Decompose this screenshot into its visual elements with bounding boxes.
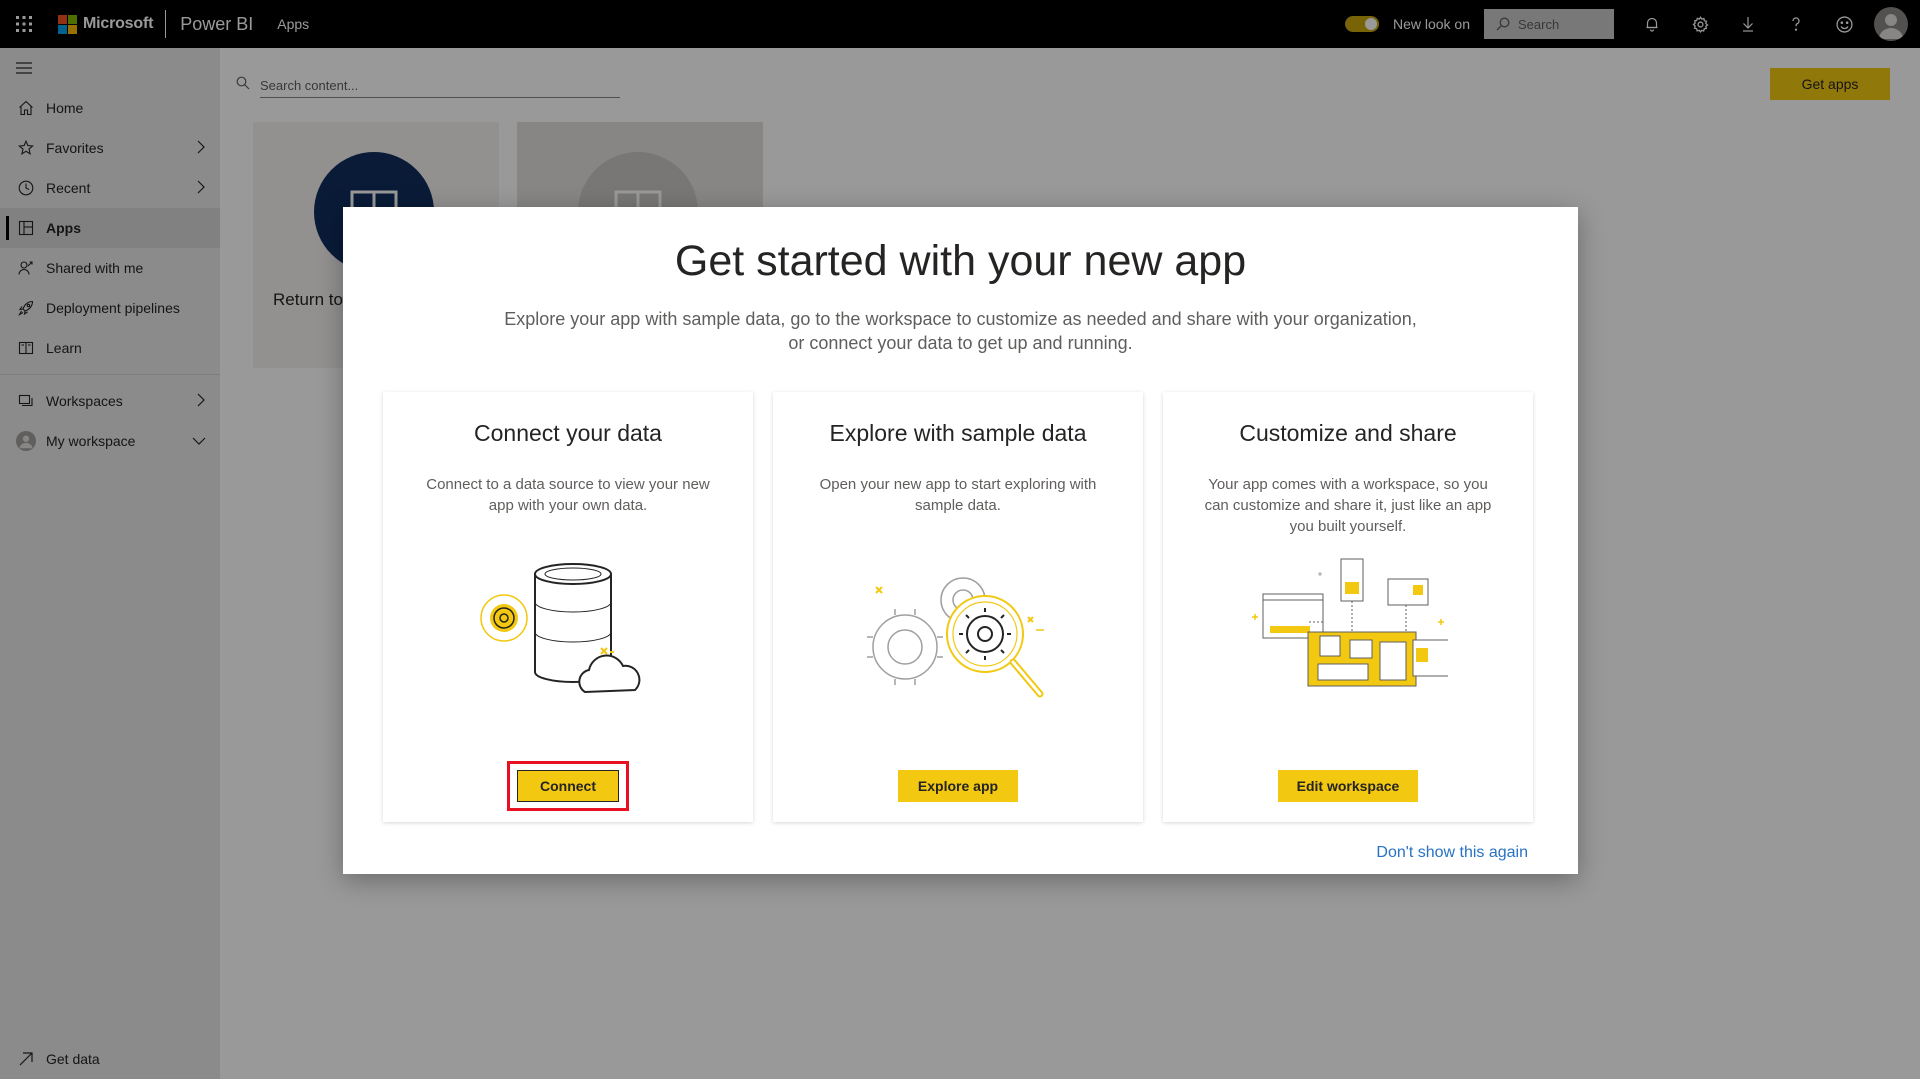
dialog-subtitle-line: Explore your app with sample data, go to… bbox=[504, 309, 1417, 329]
card-description: Connect to a data source to view your ne… bbox=[426, 476, 710, 514]
workspace-share-illustration bbox=[1252, 558, 1448, 687]
connect-data-card: Connect your data Connect to a data sour… bbox=[383, 392, 753, 822]
edit-workspace-button[interactable]: Edit workspace bbox=[1278, 770, 1418, 802]
explore-sample-data-card: Explore with sample data Open your new a… bbox=[773, 392, 1143, 822]
customize-share-card: Customize and share Your app comes with … bbox=[1163, 392, 1533, 822]
card-title: Explore with sample data bbox=[829, 420, 1087, 446]
gears-magnifier-illustration bbox=[867, 577, 1044, 698]
card-title: Customize and share bbox=[1239, 420, 1457, 446]
card-description: Open your new app to start exploring wit… bbox=[819, 476, 1097, 514]
card-description: Your app comes with a workspace, so you … bbox=[1204, 476, 1492, 535]
get-started-dialog: Get started with your new app Explore yo… bbox=[343, 207, 1578, 874]
dialog-title: Get started with your new app bbox=[674, 237, 1247, 285]
connect-button[interactable]: Connect bbox=[517, 770, 619, 802]
dialog-subtitle-line: or connect your data to get up and runni… bbox=[788, 333, 1133, 353]
dont-show-again-link[interactable]: Don't show this again bbox=[1376, 844, 1528, 862]
connect-button-highlight: Connect bbox=[507, 761, 629, 811]
explore-app-button[interactable]: Explore app bbox=[898, 770, 1018, 802]
dialog-subtitle: Explore your app with sample data, go to… bbox=[463, 307, 1458, 355]
card-title: Connect your data bbox=[474, 420, 662, 446]
database-cloud-illustration bbox=[480, 563, 641, 694]
